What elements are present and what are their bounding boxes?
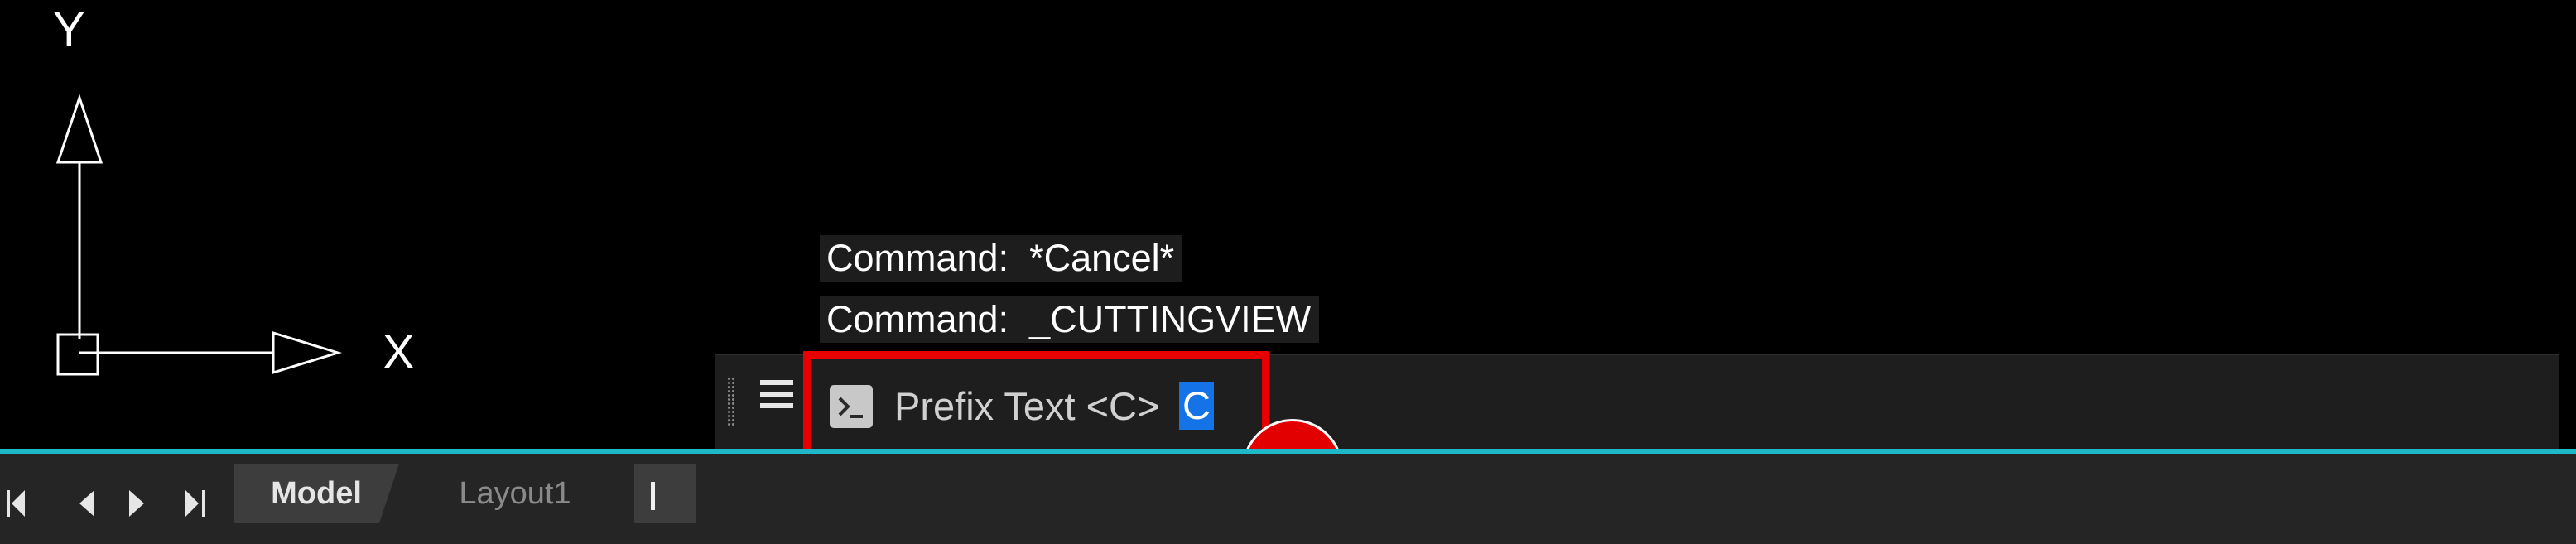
next-icon (129, 490, 144, 517)
menu-icon[interactable] (760, 380, 793, 413)
first-icon (7, 490, 25, 517)
previous-icon (79, 490, 94, 517)
tab-model[interactable]: Model (234, 464, 399, 523)
next-tab-button[interactable] (116, 479, 174, 528)
layout-tab-bar: Model Layout1 (0, 454, 2576, 544)
first-tab-button[interactable] (0, 479, 58, 528)
command-history-line: Command: _CUTTINGVIEW (820, 296, 1320, 343)
highlight-box (803, 351, 1269, 457)
previous-tab-button[interactable] (58, 479, 116, 528)
drag-grip-icon[interactable] (727, 377, 735, 426)
last-icon (185, 490, 205, 517)
add-layout-button[interactable] (634, 464, 696, 523)
y-axis-label: Y (53, 2, 85, 56)
drawing-canvas[interactable]: Y X Command: *Cancel* Command: _CUTTINGV… (0, 0, 2576, 544)
last-tab-button[interactable] (174, 479, 232, 528)
command-history-line: Command: *Cancel* (820, 235, 1183, 282)
x-axis-label: X (383, 325, 415, 379)
text-cursor-icon (651, 482, 655, 510)
tab-layout1[interactable]: Layout1 (399, 464, 631, 523)
